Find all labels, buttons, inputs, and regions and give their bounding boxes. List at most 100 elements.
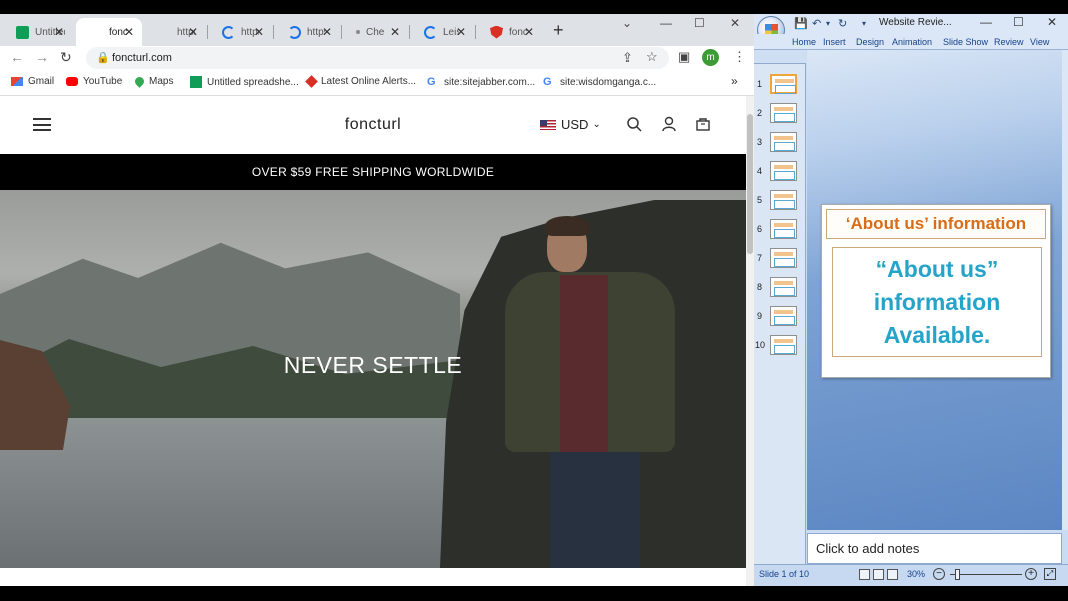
bookmark-label: YouTube: [83, 76, 123, 87]
redo-icon[interactable]: ↻: [838, 17, 847, 30]
pane-tabs[interactable]: [754, 50, 806, 64]
back-icon[interactable]: ←: [10, 49, 24, 65]
slide-number: 10: [755, 340, 766, 350]
close-icon[interactable]: ✕: [390, 25, 400, 39]
tab-https-2[interactable]: https:// ✕: [208, 18, 272, 46]
notes-pane[interactable]: Click to add notes: [807, 533, 1062, 564]
slide-thumbnail[interactable]: [770, 103, 797, 123]
tab-home[interactable]: Home: [792, 37, 816, 47]
slide-thumbnail[interactable]: [770, 161, 797, 181]
close-icon[interactable]: ✕: [254, 25, 264, 39]
minimize-button[interactable]: —: [660, 16, 672, 30]
us-flag-icon: [540, 119, 556, 130]
menu-icon[interactable]: ⋮: [733, 49, 746, 65]
tab-view[interactable]: View: [1030, 37, 1049, 47]
hero-banner[interactable]: NEVER SETTLE: [0, 190, 746, 568]
address-bar[interactable]: 🔒 foncturl.com ⇪ ☆: [86, 47, 669, 69]
tab-foncturl-2[interactable]: foncturl ✕: [476, 18, 542, 46]
zoom-slider-handle[interactable]: [955, 569, 960, 580]
slide-title[interactable]: ‘About us’ information: [826, 209, 1046, 239]
slide-editing-area[interactable]: ‘About us’ information “About us” inform…: [807, 50, 1062, 530]
google-icon: G: [543, 76, 552, 88]
slide-thumbnail[interactable]: [770, 132, 797, 152]
normal-view-icon[interactable]: [859, 569, 870, 580]
new-tab-button[interactable]: +: [553, 20, 564, 41]
close-icon[interactable]: ✕: [322, 25, 332, 39]
bookmark-maps[interactable]: Maps: [133, 75, 173, 88]
slide-thumbnail[interactable]: [770, 277, 797, 297]
bookmark-gmail[interactable]: Gmail: [11, 76, 54, 87]
tab-untitled[interactable]: Untitled ✕: [2, 18, 72, 46]
currency-selector[interactable]: USD ⌄: [540, 117, 601, 132]
chevron-down-icon[interactable]: ▾: [826, 19, 830, 28]
fit-to-window-icon[interactable]: ⤢: [1044, 568, 1056, 580]
cart-icon[interactable]: [695, 116, 711, 136]
hero-headline: NEVER SETTLE: [283, 352, 463, 378]
slide-thumbnail[interactable]: [770, 190, 797, 210]
tab-review[interactable]: Review: [994, 37, 1024, 47]
tab-check[interactable]: Check ✕: [342, 18, 408, 46]
tab-https-3[interactable]: https:// ✕: [274, 18, 340, 46]
close-icon[interactable]: ✕: [524, 25, 534, 39]
close-icon[interactable]: ✕: [456, 25, 466, 39]
minimize-button[interactable]: —: [980, 15, 992, 29]
close-icon[interactable]: ✕: [124, 25, 134, 39]
ppt-title-bar: 💾 ↶ ▾ ↻ ▾ Website Revie... — ☐ ✕: [754, 14, 1068, 34]
slide-thumbnail[interactable]: [770, 219, 797, 239]
undo-icon[interactable]: ↶: [812, 17, 821, 30]
close-icon[interactable]: ✕: [188, 25, 198, 39]
slide-scrollbar[interactable]: [1062, 50, 1068, 530]
scrollbar-thumb[interactable]: [747, 114, 753, 254]
zoom-level[interactable]: 30%: [907, 569, 925, 579]
tab-leisure[interactable]: Leisure ✕: [410, 18, 474, 46]
slide-thumbnail[interactable]: [770, 74, 797, 94]
current-slide[interactable]: ‘About us’ information “About us” inform…: [821, 204, 1051, 378]
screen: Untitled ✕ foncturl ✕ https:// ✕ https:/…: [0, 0, 1068, 601]
page-scrollbar[interactable]: [746, 96, 754, 586]
account-icon[interactable]: [661, 116, 677, 136]
gmail-icon: [11, 77, 23, 86]
tab-https-1[interactable]: https:// ✕: [144, 18, 206, 46]
save-icon[interactable]: 💾: [794, 17, 808, 30]
tab-animation[interactable]: Animation: [892, 37, 932, 47]
slide-thumbnail[interactable]: [770, 335, 797, 355]
maximize-button[interactable]: ☐: [694, 16, 705, 30]
lock-icon[interactable]: 🔒: [96, 51, 110, 64]
slide-thumbnail[interactable]: [770, 248, 797, 268]
zoom-out-button[interactable]: −: [933, 568, 945, 580]
share-icon[interactable]: ⇪: [622, 50, 633, 66]
dot-icon: [356, 30, 360, 34]
close-window-button[interactable]: ✕: [1047, 15, 1057, 29]
star-icon[interactable]: ☆: [646, 49, 658, 65]
bookmark-wisdomganga[interactable]: G site:wisdomganga.c...: [543, 76, 656, 88]
close-icon[interactable]: ✕: [54, 25, 64, 39]
chevron-down-icon: ⌄: [592, 119, 601, 130]
customize-qat-icon[interactable]: ▾: [862, 19, 866, 28]
zoom-slider[interactable]: [950, 574, 1022, 575]
bookmark-spreadsheet[interactable]: Untitled spreadshe...: [190, 76, 299, 88]
more-bookmarks-button[interactable]: »: [731, 74, 738, 88]
tab-slide-show[interactable]: Slide Show: [943, 37, 988, 47]
slide-body[interactable]: “About us” information Available.: [832, 247, 1042, 357]
zoom-in-button[interactable]: +: [1025, 568, 1037, 580]
bookmark-alerts[interactable]: Latest Online Alerts...: [305, 75, 416, 88]
forward-icon[interactable]: →: [35, 49, 49, 65]
maximize-button[interactable]: ☐: [1013, 15, 1024, 29]
avatar[interactable]: m: [702, 49, 719, 66]
sheets-icon: [190, 76, 202, 88]
bookmark-sitejabber[interactable]: G site:sitejabber.com...: [427, 76, 535, 88]
slide-thumbnail[interactable]: [770, 306, 797, 326]
tab-design[interactable]: Design: [856, 37, 884, 47]
chevron-down-icon[interactable]: ⌄: [622, 16, 632, 30]
tab-foncturl-active[interactable]: foncturl ✕: [76, 18, 142, 46]
slide-sorter-icon[interactable]: [873, 569, 884, 580]
search-icon[interactable]: [626, 116, 642, 136]
slideshow-icon[interactable]: [887, 569, 898, 580]
sidebar-icon[interactable]: ▣: [678, 49, 690, 65]
reload-icon[interactable]: ↻: [60, 49, 72, 66]
tab-insert[interactable]: Insert: [823, 37, 846, 47]
loading-icon: [222, 25, 235, 39]
close-window-button[interactable]: ✕: [730, 16, 740, 30]
bookmark-youtube[interactable]: YouTube: [66, 76, 122, 87]
bookmark-label: site:wisdomganga.c...: [560, 76, 657, 88]
